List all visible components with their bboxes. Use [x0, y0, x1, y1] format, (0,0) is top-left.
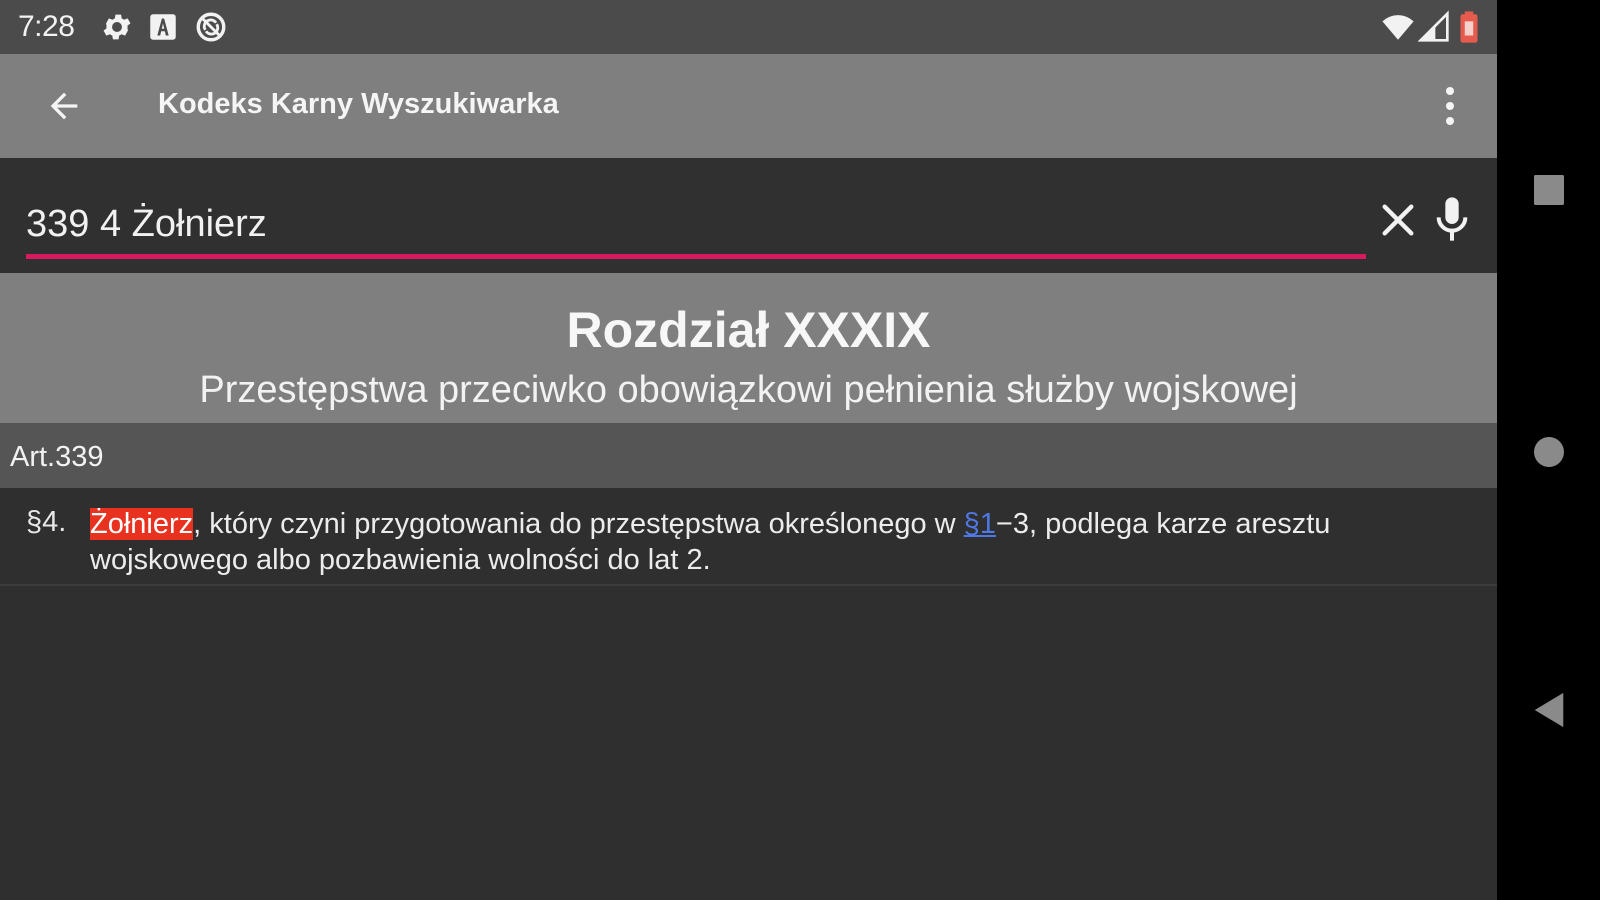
app-screen: 7:28 Kodeks Karny Wyszukiwarka 339 4 Żoł… — [0, 0, 1497, 900]
a-box-icon — [150, 14, 176, 40]
sync-icon — [196, 12, 226, 42]
clear-search-button[interactable] — [1378, 200, 1418, 240]
paragraph-number: §4. — [26, 506, 67, 538]
search-input[interactable] — [26, 200, 1366, 248]
search-bar — [0, 158, 1497, 273]
mic-icon[interactable] — [1432, 194, 1472, 244]
article-label: Art.339 — [10, 441, 104, 473]
article-header[interactable]: Art.339 — [0, 423, 1497, 488]
app-toolbar: Kodeks Karny Wyszukiwarka — [0, 54, 1497, 158]
paragraph-text: Żołnierz, który czyni przygotowania do p… — [90, 506, 1480, 578]
status-time: 7:28 — [18, 10, 75, 43]
chapter-subtitle: Przestępstwa przeciwko obowiązkowi pełni… — [199, 369, 1298, 411]
more-vert-icon — [1446, 87, 1454, 95]
recents-icon — [1534, 175, 1564, 205]
back-icon — [1534, 692, 1564, 728]
paragraph-text-part: , który czyni przygotowania do przestęps… — [193, 508, 964, 540]
paragraph-item[interactable]: §4. Żołnierz, który czyni przygotowania … — [0, 488, 1497, 586]
home-button[interactable] — [1525, 428, 1573, 476]
recents-button[interactable] — [1525, 166, 1573, 214]
battery-icon — [1460, 11, 1478, 43]
wifi-icon — [1382, 15, 1414, 40]
search-underline — [26, 254, 1366, 259]
chapter-title: Rozdział XXXIX — [566, 302, 931, 358]
more-vert-dot — [1446, 117, 1454, 125]
nav-back-button[interactable] — [1525, 686, 1573, 734]
home-icon — [1534, 437, 1564, 467]
app-title: Kodeks Karny Wyszukiwarka — [158, 88, 559, 120]
arrow-left-icon — [50, 92, 78, 120]
chapter-header: Rozdział XXXIX Przestępstwa przeciwko ob… — [0, 273, 1497, 423]
more-options-button[interactable] — [1433, 80, 1467, 132]
more-vert-dot — [1446, 102, 1454, 110]
navigation-bar — [1497, 0, 1600, 900]
status-bar: 7:28 — [0, 0, 1497, 54]
paragraph-reference-link[interactable]: §1 — [964, 508, 996, 540]
search-highlight: Żołnierz — [90, 508, 194, 540]
gear-icon — [103, 14, 131, 40]
signal-icon — [1418, 10, 1449, 42]
back-button[interactable] — [34, 76, 94, 136]
